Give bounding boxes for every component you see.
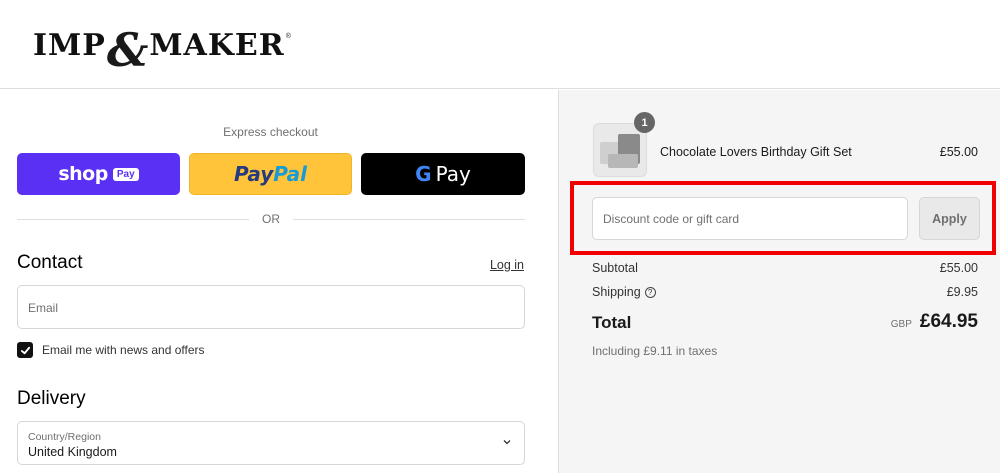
shipping-value: £9.95: [946, 285, 978, 299]
country-region-value: United Kingdom: [28, 445, 117, 459]
subtotal-value: £55.00: [939, 261, 978, 275]
paypal-wordmark-pay: Pay: [233, 162, 274, 186]
log-in-link[interactable]: Log in: [490, 258, 524, 272]
paypal-button[interactable]: PayPal: [189, 153, 352, 195]
paypal-wordmark-pal: Pal: [273, 162, 308, 186]
quantity-badge: 1: [634, 112, 655, 133]
country-region-select[interactable]: Country/Region United Kingdom: [17, 421, 525, 465]
apply-button[interactable]: Apply: [919, 197, 980, 240]
paypal-wordmark: PayPal: [234, 162, 307, 186]
or-divider-line-right: [293, 219, 525, 220]
google-g-icon: G: [415, 162, 432, 186]
shop-pay-badge: Pay: [112, 167, 139, 181]
help-icon[interactable]: ?: [644, 287, 656, 298]
email-placeholder: Email: [28, 301, 59, 315]
total-label: Total: [592, 313, 632, 332]
contact-heading: Contact: [17, 252, 83, 273]
newsletter-checkbox[interactable]: [17, 342, 33, 358]
order-summary: 1 Chocolate Lovers Birthday Gift Set £55…: [558, 90, 1000, 473]
shipping-row: Shipping? £9.95: [592, 285, 978, 299]
newsletter-option: Email me with news and offers: [17, 342, 205, 358]
subtotal-row: Subtotal £55.00: [592, 261, 978, 275]
delivery-heading: Delivery: [17, 388, 86, 409]
google-pay-wordmark: Pay: [435, 162, 471, 186]
taxes-note: Including £9.11 in taxes: [592, 344, 718, 358]
product-price: £55.00: [939, 145, 978, 159]
country-region-label: Country/Region: [28, 431, 101, 443]
email-field[interactable]: Email: [17, 285, 525, 329]
checkout-form-column: Express checkout shop Pay PayPal G Pay O…: [0, 90, 558, 473]
shop-pay-button[interactable]: shop Pay: [17, 153, 180, 195]
product-thumbnail-wrapper: 1: [593, 112, 655, 177]
or-divider: OR: [17, 211, 525, 227]
shop-pay-wordmark: shop: [58, 163, 108, 185]
discount-placeholder: Discount code or gift card: [603, 212, 740, 226]
chevron-down-icon: [503, 440, 511, 445]
logo-ampersand: &: [106, 23, 149, 77]
total-value: £64.95: [919, 311, 978, 332]
product-name: Chocolate Lovers Birthday Gift Set: [660, 145, 852, 159]
subtotal-label: Subtotal: [592, 261, 638, 275]
discount-code-input[interactable]: Discount code or gift card: [592, 197, 908, 240]
google-pay-button[interactable]: G Pay: [361, 153, 525, 195]
logo-text-left: IMP: [33, 28, 106, 63]
site-header: IMP & MAKER ®: [0, 0, 1000, 89]
newsletter-label: Email me with news and offers: [42, 343, 205, 357]
checkmark-icon: [20, 346, 30, 354]
logo-registered-mark: ®: [285, 32, 291, 40]
imp-maker-logo[interactable]: IMP & MAKER ®: [33, 22, 291, 77]
currency-code: GBP: [890, 319, 912, 330]
total-amount: GBP £64.95: [891, 311, 978, 333]
thumbnail-box-shape: [608, 154, 638, 168]
express-checkout-label: Express checkout: [223, 125, 318, 139]
logo-text-right: MAKER: [149, 28, 285, 63]
shipping-label: Shipping: [592, 285, 641, 299]
